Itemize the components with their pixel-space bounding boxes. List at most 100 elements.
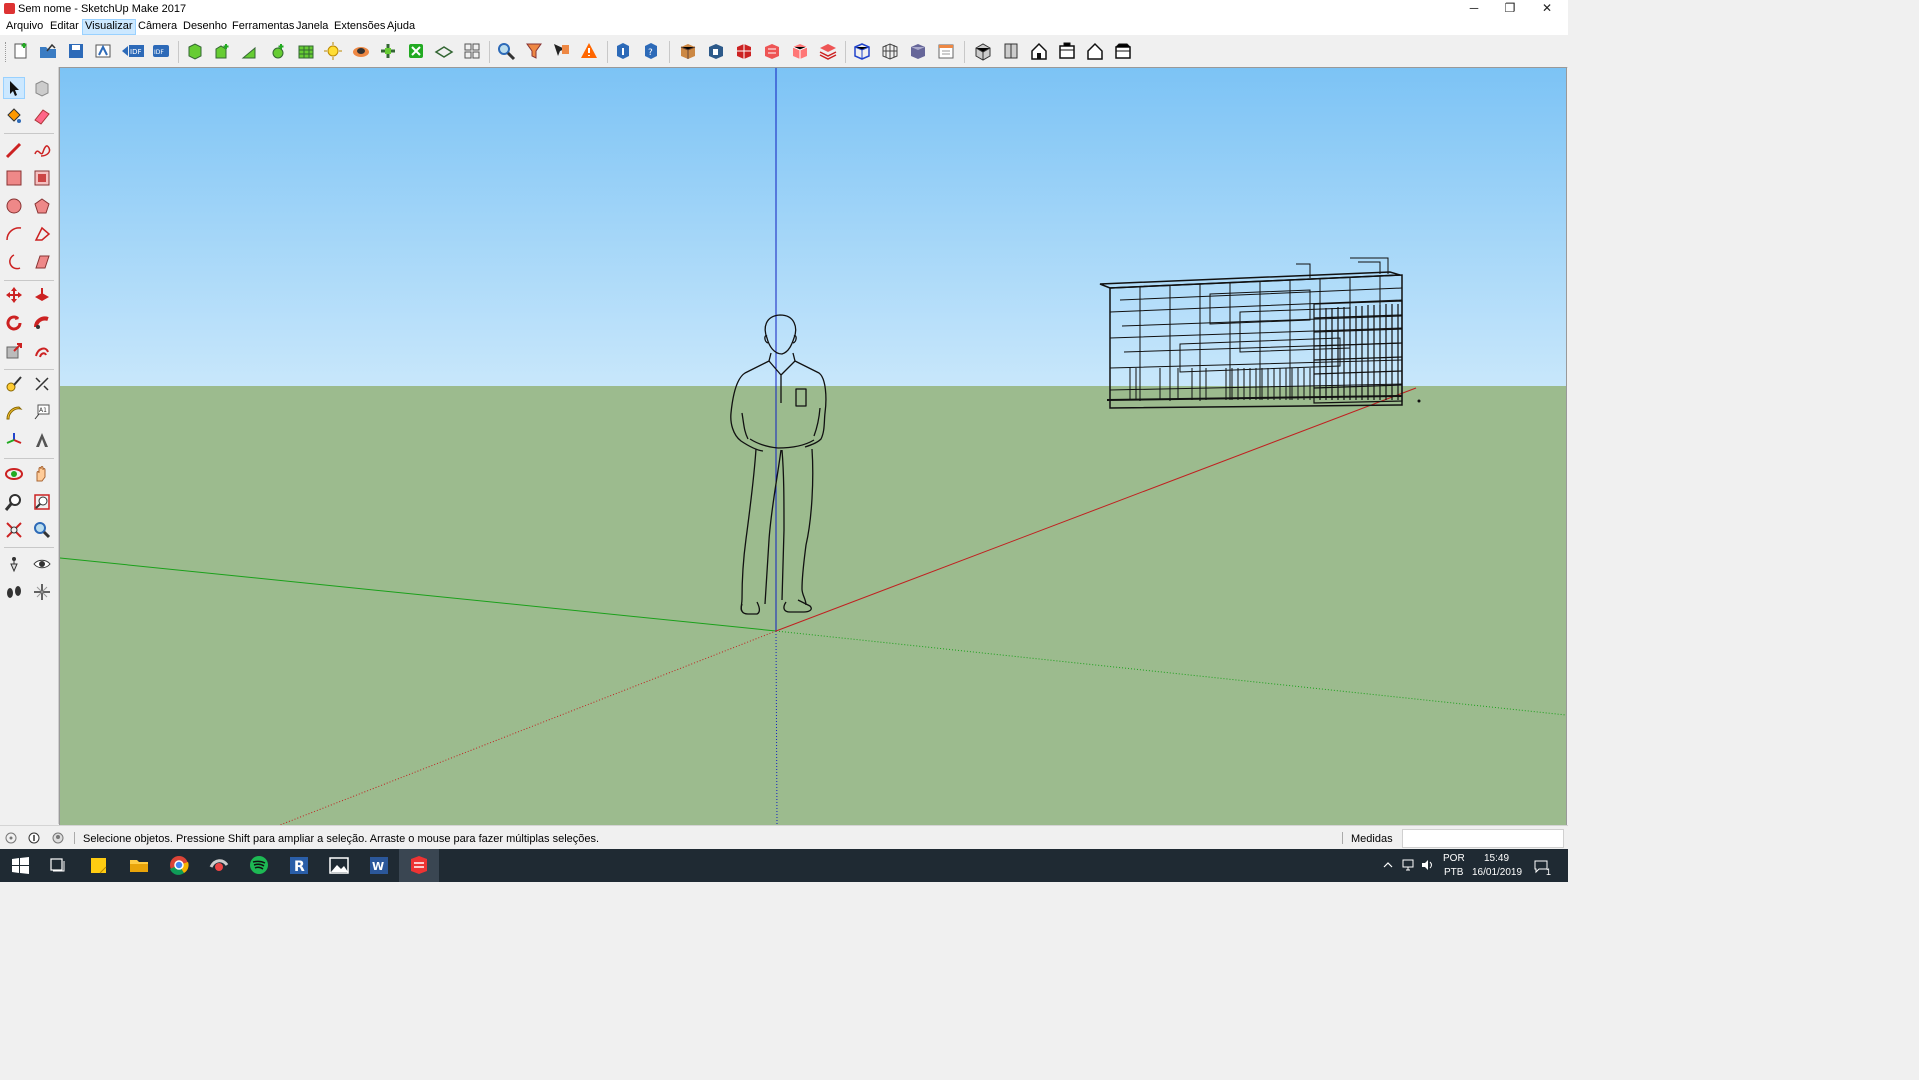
line-tool-icon[interactable] — [4, 140, 24, 160]
text-tool-icon[interactable]: A1 — [32, 402, 52, 422]
dimension-tool-icon[interactable] — [32, 374, 52, 394]
push-pull-icon[interactable] — [32, 285, 52, 305]
windows-start-icon[interactable] — [0, 849, 40, 882]
material-render-icon[interactable] — [762, 41, 782, 61]
save-icon[interactable] — [66, 41, 86, 61]
share-model-icon[interactable] — [93, 41, 113, 61]
look-around-icon[interactable] — [32, 554, 52, 574]
zoom-window-icon[interactable] — [32, 492, 52, 512]
object-info-icon[interactable] — [613, 41, 633, 61]
idf-export-icon[interactable]: IDF — [120, 41, 146, 61]
rotated-rectangle-icon[interactable] — [32, 168, 52, 188]
new-attached-shading-icon[interactable] — [268, 41, 288, 61]
sticky-notes-icon[interactable] — [79, 849, 119, 882]
filter-icon[interactable] — [524, 41, 544, 61]
task-view-icon[interactable] — [38, 849, 78, 882]
position-camera-icon[interactable] — [4, 554, 24, 574]
polygon-tool-icon[interactable] — [32, 196, 52, 216]
select-tool-icon[interactable] — [3, 77, 25, 99]
shaded-icon[interactable] — [908, 41, 928, 61]
surface-matching-icon[interactable] — [378, 41, 398, 61]
menu-extensoes[interactable]: Extensões — [332, 20, 387, 34]
construction-render-icon[interactable] — [734, 41, 754, 61]
surface-grid-icon[interactable] — [296, 41, 316, 61]
shadow-toggle-icon[interactable] — [351, 41, 371, 61]
menu-visualizar[interactable]: Visualizar — [82, 19, 136, 35]
wireframe-icon[interactable] — [880, 41, 900, 61]
menu-janela[interactable]: Janela — [294, 20, 330, 34]
network-icon[interactable] — [1401, 858, 1415, 872]
orbit-tool-icon[interactable] — [4, 464, 24, 484]
measurements-input[interactable] — [1402, 829, 1564, 848]
minimize-button[interactable]: ─ — [1456, 0, 1492, 18]
back-view-icon[interactable] — [1085, 41, 1105, 61]
scale-figure[interactable] — [730, 314, 827, 615]
protractor-icon[interactable] — [4, 402, 24, 422]
paint-bucket-icon[interactable] — [4, 106, 24, 126]
chrome-icon[interactable] — [159, 849, 199, 882]
rectangle-tool-icon[interactable] — [4, 168, 24, 188]
new-shading-icon[interactable] — [212, 41, 232, 61]
move-tool-icon[interactable] — [4, 285, 24, 305]
3d-viewport[interactable] — [59, 67, 1567, 826]
idf-import-icon[interactable]: IDF — [151, 41, 171, 61]
help-icon[interactable]: ? — [641, 41, 661, 61]
two-point-arc-icon[interactable] — [32, 224, 52, 244]
pie-tool-icon[interactable] — [32, 252, 52, 272]
views-grid-icon[interactable] — [462, 41, 482, 61]
zoom-extents-icon[interactable] — [4, 520, 24, 540]
walk-tool-icon[interactable] — [4, 582, 24, 602]
offset-tool-icon[interactable] — [32, 341, 52, 361]
follow-me-icon[interactable] — [32, 313, 52, 333]
revit-icon[interactable]: R — [279, 849, 319, 882]
arc-tool-icon[interactable] — [4, 224, 24, 244]
circle-tool-icon[interactable] — [4, 196, 24, 216]
layer-render-icon[interactable] — [818, 41, 838, 61]
clock-date[interactable]: 16/01/2019 — [1472, 867, 1522, 878]
file-explorer-icon[interactable] — [119, 849, 159, 882]
input-language[interactable]: POR — [1443, 853, 1465, 864]
photos-icon[interactable] — [319, 849, 359, 882]
info-tool-icon[interactable] — [551, 41, 571, 61]
opaque-render-icon[interactable] — [678, 41, 698, 61]
clock-time[interactable]: 15:49 — [1484, 853, 1509, 864]
boundary-render-icon[interactable] — [706, 41, 726, 61]
pan-tool-icon[interactable] — [32, 464, 52, 484]
left-view-icon[interactable] — [1113, 41, 1133, 61]
normal-render-icon[interactable] — [790, 41, 810, 61]
front-view-icon[interactable] — [1029, 41, 1049, 61]
sketchup-taskbar-icon[interactable] — [399, 849, 439, 882]
iso-view-icon[interactable] — [973, 41, 993, 61]
wireframe-building[interactable] — [1099, 257, 1403, 409]
freehand-tool-icon[interactable] — [32, 140, 52, 160]
open-file-icon[interactable] — [38, 41, 58, 61]
menu-editar[interactable]: Editar — [48, 20, 81, 34]
sketchup-viewer-icon[interactable] — [199, 849, 239, 882]
top-view-icon[interactable] — [1001, 41, 1021, 61]
toolbar-grip[interactable] — [5, 42, 8, 62]
three-point-arc-icon[interactable] — [4, 252, 24, 272]
spotify-icon[interactable] — [239, 849, 279, 882]
close-button[interactable]: ✕ — [1529, 0, 1565, 18]
menu-camera[interactable]: Câmera — [136, 20, 179, 34]
warning-icon[interactable] — [579, 41, 599, 61]
axes-tool-icon[interactable] — [4, 430, 24, 450]
section-plane-icon[interactable] — [434, 41, 454, 61]
tape-measure-icon[interactable] — [4, 374, 24, 394]
menu-arquivo[interactable]: Arquivo — [4, 20, 45, 34]
user-account-icon[interactable] — [52, 832, 64, 844]
rotate-tool-icon[interactable] — [4, 313, 24, 333]
menu-desenho[interactable]: Desenho — [181, 20, 229, 34]
scale-tool-icon[interactable] — [4, 341, 24, 361]
zoom-tool-icon[interactable] — [4, 492, 24, 512]
word-icon[interactable]: W — [359, 849, 399, 882]
volume-icon[interactable] — [1420, 858, 1434, 872]
credits-icon[interactable] — [28, 832, 40, 844]
restore-button[interactable]: ❐ — [1492, 0, 1528, 18]
daylight-icon[interactable] — [323, 41, 343, 61]
search-icon[interactable] — [496, 41, 516, 61]
menu-ajuda[interactable]: Ajuda — [385, 20, 417, 34]
show-hidden-icons-icon[interactable] — [1382, 859, 1394, 871]
geolocation-icon[interactable] — [5, 832, 17, 844]
3d-text-icon[interactable] — [32, 430, 52, 450]
